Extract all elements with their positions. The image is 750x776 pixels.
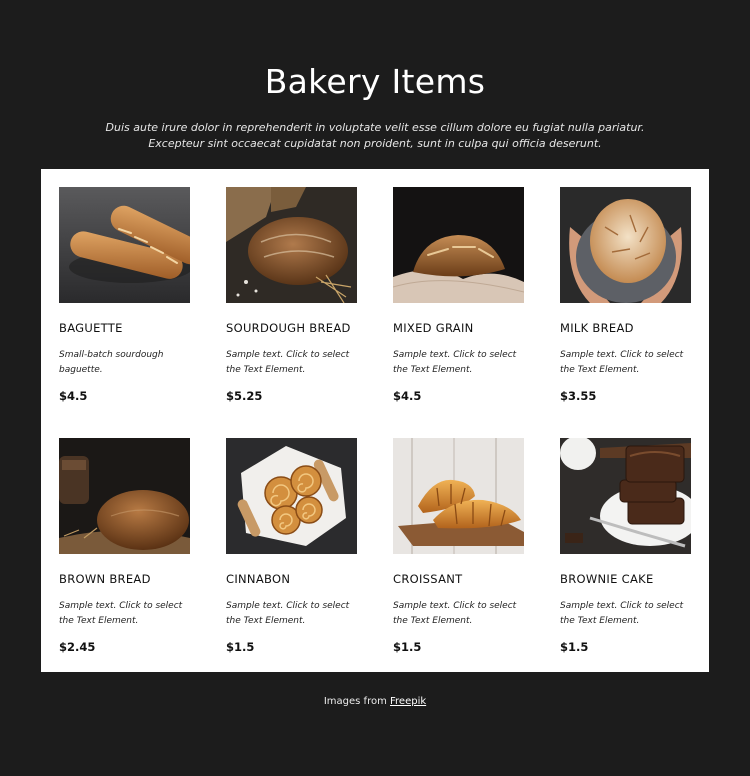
product-name: CROISSANT [393, 572, 463, 586]
subtitle-line-1: Duis aute irure dolor in reprehenderit i… [105, 121, 645, 134]
product-description: Sample text. Click to select the Text El… [560, 601, 684, 626]
product-description: Sample text. Click to select the Text El… [393, 350, 517, 375]
croissant-photo[interactable] [393, 438, 524, 554]
freepik-link[interactable]: Freepik [390, 696, 426, 707]
product-price: $4.5 [393, 389, 422, 403]
product-name: BROWNIE CAKE [560, 572, 654, 586]
product-price: $5.25 [226, 389, 263, 403]
product-card-baguette[interactable]: BAGUETTE Small-batch sourdough baguette.… [59, 187, 191, 403]
credit-prefix: Images from [323, 696, 387, 707]
product-card-cinnabon[interactable]: CINNABON Sample text. Click to select th… [226, 438, 358, 654]
product-name: SOURDOUGH BREAD [226, 321, 351, 335]
product-price: $4.5 [59, 389, 88, 403]
product-grid: BAGUETTE Small-batch sourdough baguette.… [41, 169, 709, 672]
product-name: BROWN BREAD [59, 572, 151, 586]
product-card-milk-bread[interactable]: MILK BREAD Sample text. Click to select … [560, 187, 692, 403]
product-description: Sample text. Click to select the Text El… [226, 601, 350, 626]
product-card-mixed-grain[interactable]: MIXED GRAIN Sample text. Click to select… [393, 187, 525, 403]
product-name: MIXED GRAIN [393, 321, 474, 335]
product-description: Small-batch sourdough baguette. [59, 350, 164, 375]
image-credit: Images from Freepik [0, 696, 750, 707]
product-price: $1.5 [226, 640, 255, 654]
page-subtitle: Duis aute irure dolor in reprehenderit i… [0, 120, 750, 152]
product-price: $2.45 [59, 640, 96, 654]
milk-bread-photo[interactable] [560, 187, 691, 303]
product-card-croissant[interactable]: CROISSANT Sample text. Click to select t… [393, 438, 525, 654]
product-name: MILK BREAD [560, 321, 634, 335]
baguette-photo[interactable] [59, 187, 190, 303]
product-card-sourdough-bread[interactable]: SOURDOUGH BREAD Sample text. Click to se… [226, 187, 358, 403]
product-description: Sample text. Click to select the Text El… [560, 350, 684, 375]
mixed-grain-photo[interactable] [393, 187, 524, 303]
product-price: $3.55 [560, 389, 597, 403]
product-card-brownie-cake[interactable]: BROWNIE CAKE Sample text. Click to selec… [560, 438, 692, 654]
product-description: Sample text. Click to select the Text El… [226, 350, 350, 375]
product-price: $1.5 [560, 640, 589, 654]
brownie-cake-photo[interactable] [560, 438, 691, 554]
subtitle-line-2: Excepteur sint occaecat cupidatat non pr… [148, 137, 602, 150]
product-price: $1.5 [393, 640, 422, 654]
product-description: Sample text. Click to select the Text El… [393, 601, 517, 626]
cinnabon-photo[interactable] [226, 438, 357, 554]
page-title: Bakery Items [264, 62, 486, 101]
product-name: CINNABON [226, 572, 291, 586]
product-card-brown-bread[interactable]: BROWN BREAD Sample text. Click to select… [59, 438, 191, 654]
sourdough-photo[interactable] [226, 187, 357, 303]
product-description: Sample text. Click to select the Text El… [59, 601, 183, 626]
brown-bread-photo[interactable] [59, 438, 190, 554]
product-name: BAGUETTE [59, 321, 123, 335]
